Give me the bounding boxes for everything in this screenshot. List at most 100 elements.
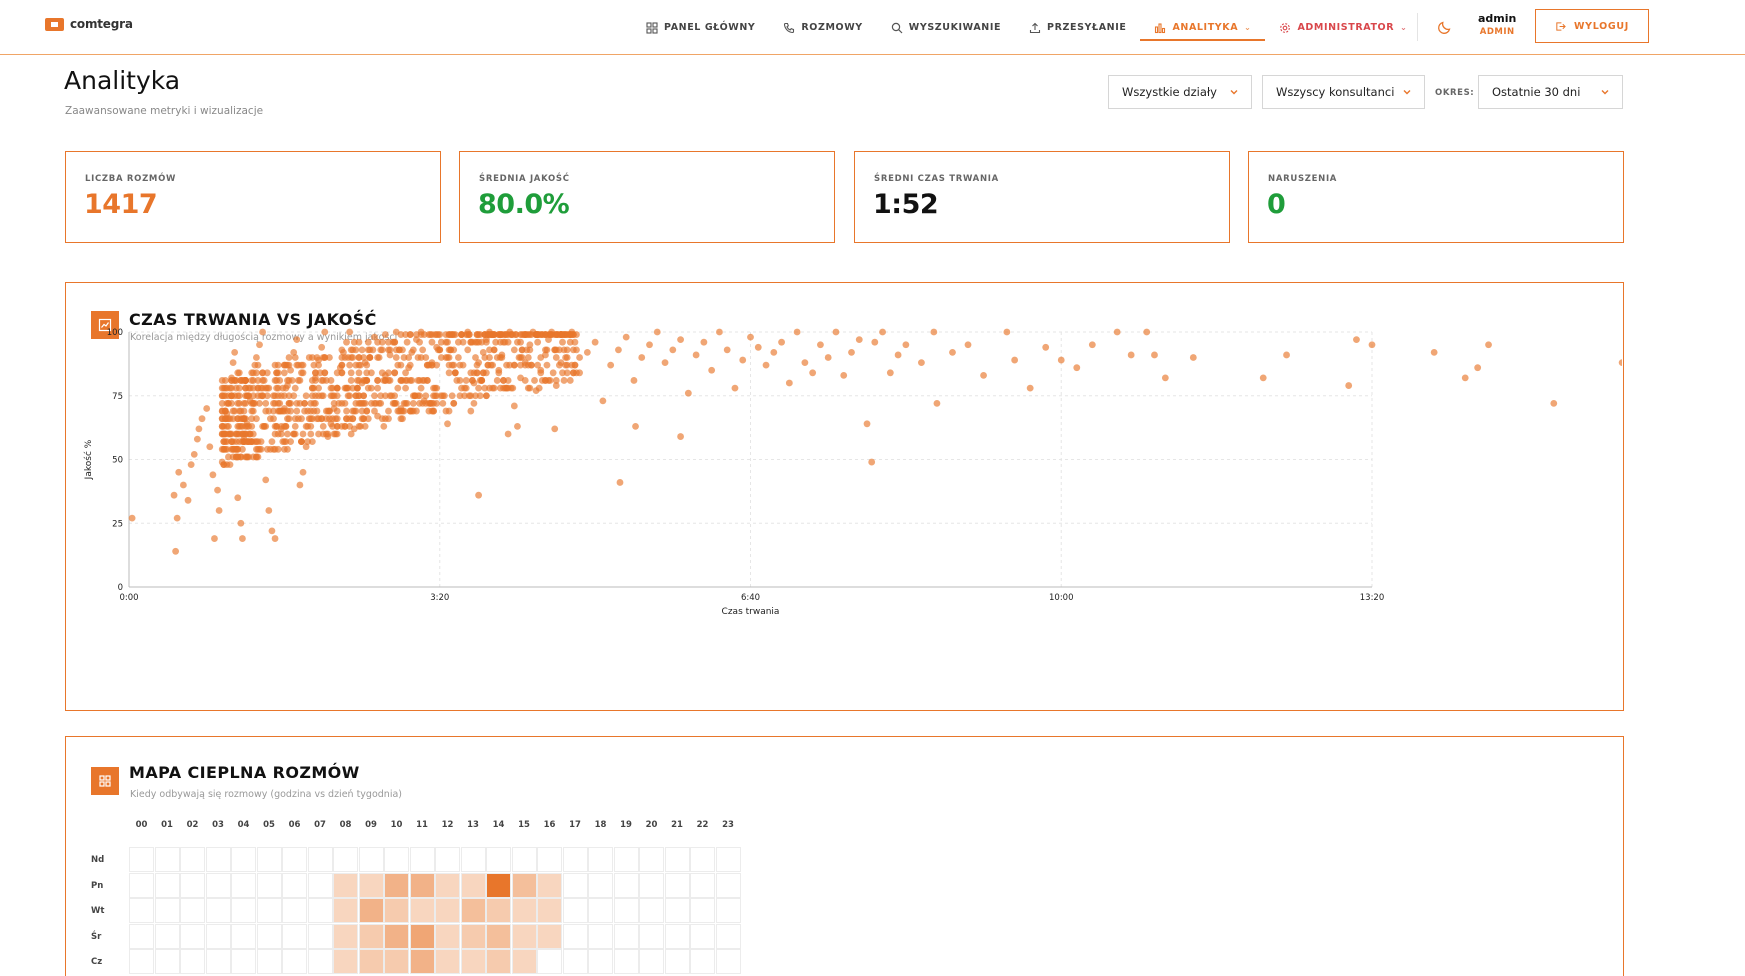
heatmap-cell[interactable] — [333, 847, 358, 872]
period-filter[interactable]: Ostatnie 30 dni — [1478, 75, 1623, 109]
heatmap-cell[interactable] — [639, 847, 664, 872]
heatmap-cell[interactable] — [333, 949, 358, 974]
heatmap-cell[interactable] — [231, 898, 256, 923]
heatmap-cell[interactable] — [256, 949, 282, 974]
nav-item-upload[interactable]: PRZESYŁANIE — [1015, 0, 1140, 55]
heatmap-cell[interactable] — [690, 872, 715, 898]
heatmap-cell[interactable] — [486, 898, 511, 923]
heatmap-cell[interactable] — [537, 872, 562, 898]
heatmap-cell[interactable] — [486, 923, 511, 949]
heatmap-cell[interactable] — [205, 872, 231, 898]
heatmap-cell[interactable] — [588, 847, 613, 872]
heatmap-cell[interactable] — [690, 949, 715, 974]
heatmap-cell[interactable] — [409, 872, 435, 898]
heatmap-cell[interactable] — [613, 898, 639, 923]
heatmap-cell[interactable] — [435, 847, 460, 872]
heatmap-cell[interactable] — [537, 949, 562, 974]
nav-item-analytics[interactable]: ANALITYKA ⌄ — [1140, 0, 1266, 55]
heatmap-cell[interactable] — [384, 847, 409, 872]
heatmap-cell[interactable] — [333, 898, 358, 923]
heatmap-cell[interactable] — [129, 847, 154, 872]
heatmap-cell[interactable] — [307, 872, 333, 898]
heatmap-cell[interactable] — [358, 923, 384, 949]
heatmap-cell[interactable] — [129, 872, 154, 898]
heatmap-cell[interactable] — [562, 872, 588, 898]
heatmap-cell[interactable] — [588, 898, 613, 923]
heatmap-cell[interactable] — [639, 923, 664, 949]
heatmap-cell[interactable] — [486, 872, 511, 898]
heatmap-cell[interactable] — [282, 872, 307, 898]
heatmap-cell[interactable] — [664, 923, 690, 949]
heatmap-cell[interactable] — [460, 949, 486, 974]
heatmap-cell[interactable] — [435, 949, 460, 974]
heatmap-cell[interactable] — [511, 949, 537, 974]
heatmap-cell[interactable] — [205, 898, 231, 923]
heatmap-cell[interactable] — [282, 949, 307, 974]
nav-item-dashboard[interactable]: PANEL GŁÓWNY — [632, 0, 769, 55]
heatmap-cell[interactable] — [690, 847, 715, 872]
heatmap-cell[interactable] — [486, 949, 511, 974]
heatmap-cell[interactable] — [154, 923, 180, 949]
heatmap-cell[interactable] — [715, 949, 741, 974]
heatmap-cell[interactable] — [256, 898, 282, 923]
heatmap-cell[interactable] — [180, 847, 205, 872]
heatmap-cell[interactable] — [690, 898, 715, 923]
heatmap-cell[interactable] — [384, 949, 409, 974]
heatmap-cell[interactable] — [180, 898, 205, 923]
heatmap-cell[interactable] — [435, 872, 460, 898]
heatmap-cell[interactable] — [384, 898, 409, 923]
heatmap-cell[interactable] — [435, 923, 460, 949]
heatmap-cell[interactable] — [639, 949, 664, 974]
heatmap-cell[interactable] — [715, 898, 741, 923]
heatmap-cell[interactable] — [205, 949, 231, 974]
nav-item-admin[interactable]: ADMINISTRATOR ⌄ — [1265, 0, 1421, 55]
heatmap-cell[interactable] — [690, 923, 715, 949]
heatmap-cell[interactable] — [256, 847, 282, 872]
heatmap-cell[interactable] — [486, 847, 511, 872]
heatmap-cell[interactable] — [205, 847, 231, 872]
heatmap-cell[interactable] — [511, 872, 537, 898]
heatmap-cell[interactable] — [613, 923, 639, 949]
agent-filter[interactable]: Wszyscy konsultanci — [1262, 75, 1425, 109]
heatmap-cell[interactable] — [307, 923, 333, 949]
heatmap-cell[interactable] — [460, 847, 486, 872]
heatmap-cell[interactable] — [613, 949, 639, 974]
heatmap-cell[interactable] — [435, 898, 460, 923]
heatmap-cell[interactable] — [537, 923, 562, 949]
heatmap-cell[interactable] — [511, 898, 537, 923]
heatmap-cell[interactable] — [358, 872, 384, 898]
heatmap-cell[interactable] — [231, 949, 256, 974]
heatmap-cell[interactable] — [154, 872, 180, 898]
heatmap-cell[interactable] — [282, 847, 307, 872]
heatmap-cell[interactable] — [129, 949, 154, 974]
heatmap-cell[interactable] — [715, 847, 741, 872]
heatmap-cell[interactable] — [307, 898, 333, 923]
heatmap-cell[interactable] — [562, 898, 588, 923]
heatmap-cell[interactable] — [358, 847, 384, 872]
heatmap-cell[interactable] — [664, 949, 690, 974]
heatmap-cell[interactable] — [333, 872, 358, 898]
heatmap-cell[interactable] — [613, 847, 639, 872]
heatmap-cell[interactable] — [231, 872, 256, 898]
heatmap-cell[interactable] — [129, 898, 154, 923]
heatmap-cell[interactable] — [639, 872, 664, 898]
heatmap-cell[interactable] — [588, 949, 613, 974]
moon-icon[interactable] — [1437, 19, 1453, 35]
heatmap-cell[interactable] — [409, 847, 435, 872]
heatmap-cell[interactable] — [664, 847, 690, 872]
heatmap-cell[interactable] — [256, 923, 282, 949]
heatmap-cell[interactable] — [409, 949, 435, 974]
heatmap-cell[interactable] — [282, 898, 307, 923]
heatmap-cell[interactable] — [562, 847, 588, 872]
heatmap-cell[interactable] — [129, 923, 154, 949]
heatmap-cell[interactable] — [664, 872, 690, 898]
nav-item-search[interactable]: WYSZUKIWANIE — [877, 0, 1015, 55]
heatmap-cell[interactable] — [409, 923, 435, 949]
heatmap-cell[interactable] — [562, 949, 588, 974]
heatmap-cell[interactable] — [588, 923, 613, 949]
heatmap-cell[interactable] — [307, 847, 333, 872]
heatmap-cell[interactable] — [537, 847, 562, 872]
heatmap-cell[interactable] — [511, 847, 537, 872]
heatmap-cell[interactable] — [307, 949, 333, 974]
heatmap-cell[interactable] — [715, 872, 741, 898]
